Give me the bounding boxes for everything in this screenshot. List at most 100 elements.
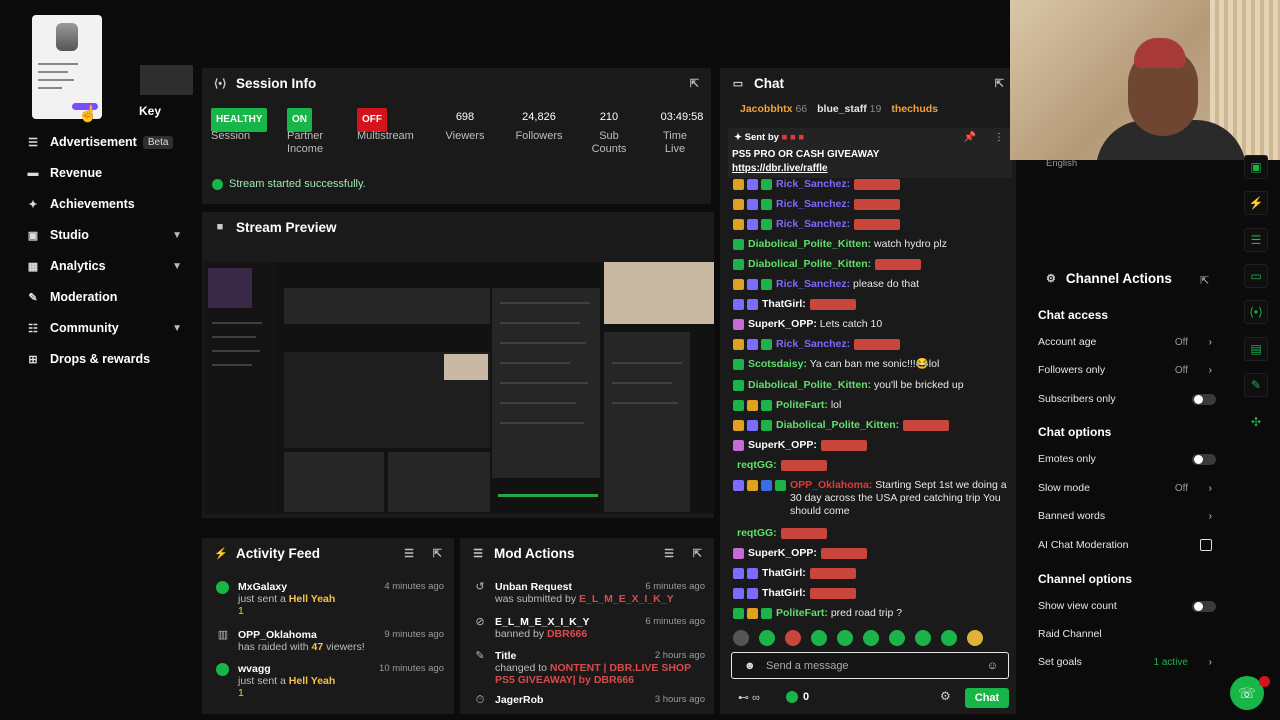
chat-message[interactable]: Diabolical_Polite_Kitten: xyxy=(733,258,1013,271)
emote-icon[interactable] xyxy=(863,630,879,646)
chat-message[interactable]: ThatGirl: xyxy=(733,567,1013,580)
emote-icon[interactable] xyxy=(811,630,827,646)
top-chatter[interactable]: Jacobbhtx 66 xyxy=(740,103,807,115)
pin-icon[interactable]: 📌 xyxy=(964,132,976,143)
chat-username[interactable]: Diabolical_Polite_Kitten: xyxy=(748,238,871,250)
chat-message[interactable]: reqtGG: xyxy=(733,527,1013,540)
chat-username[interactable]: Rick_Sanchez: xyxy=(776,198,850,210)
emote-icon[interactable] xyxy=(733,630,749,646)
smile-icon[interactable]: ☻ xyxy=(744,660,756,672)
emote-icon[interactable] xyxy=(967,630,983,646)
emote-icon[interactable] xyxy=(889,630,905,646)
chat-username[interactable]: SuperK_OPP: xyxy=(748,439,817,451)
chat-username[interactable]: Diabolical_Polite_Kitten: xyxy=(776,419,899,431)
popout-icon[interactable]: ⇱ xyxy=(1200,274,1209,287)
gear-icon[interactable]: ⚙ xyxy=(940,689,951,703)
layers-icon[interactable]: ▤ xyxy=(1244,337,1268,361)
chat-username[interactable]: PoliteFart: xyxy=(776,399,828,411)
popout-icon[interactable]: ⇱ xyxy=(995,77,1004,90)
subscribers-only-toggle[interactable] xyxy=(1192,393,1216,405)
emote-icon[interactable] xyxy=(837,630,853,646)
signal-icon[interactable]: ⟨•⟩ xyxy=(1244,300,1268,324)
banned-words-setting[interactable]: Banned words › xyxy=(1038,509,1218,523)
chat-message[interactable]: Diabolical_Polite_Kitten: watch hydro pl… xyxy=(733,238,1013,251)
chat-username[interactable]: OPP_Oklahoma: xyxy=(790,479,872,491)
account-age-setting[interactable]: Account age Off › xyxy=(1038,335,1218,349)
emotes-only-toggle[interactable] xyxy=(1192,453,1216,465)
panel-icon[interactable]: ▣ xyxy=(1244,155,1268,179)
followers-only-setting[interactable]: Followers only Off › xyxy=(1038,363,1218,377)
sidebar-item-moderation[interactable]: ✎ Moderation xyxy=(26,285,186,309)
chat-username[interactable]: Diabolical_Polite_Kitten: xyxy=(748,379,871,391)
chat-message[interactable]: SuperK_OPP: Lets catch 10 xyxy=(733,318,1013,331)
chat-message[interactable]: SuperK_OPP: xyxy=(733,547,1013,560)
chat-message[interactable]: PoliteFart: lol xyxy=(733,399,1013,412)
chat-username[interactable]: SuperK_OPP: xyxy=(748,318,817,330)
emoji-icon[interactable]: ☺ xyxy=(987,660,998,672)
infinity-icon[interactable]: ⊷ ∞ xyxy=(738,691,760,704)
sidebar-item-analytics[interactable]: ▦ Analytics ▼ xyxy=(26,254,186,278)
chat-username[interactable]: reqtGG: xyxy=(737,527,777,539)
sidebar-item-advertisement[interactable]: ☰ Advertisement Beta xyxy=(26,130,186,154)
filter-icon[interactable]: ☰ xyxy=(664,547,674,560)
popout-icon[interactable]: ⇱ xyxy=(690,77,699,90)
chat-message[interactable]: Rick_Sanchez: xyxy=(733,338,1013,351)
set-goals-setting[interactable]: Set goals 1 active › xyxy=(1038,655,1218,669)
chat-message[interactable]: PoliteFart: pred road trip ? xyxy=(733,607,1013,620)
chat-username[interactable]: Rick_Sanchez: xyxy=(776,218,850,230)
puzzle-icon[interactable]: ✣ xyxy=(1244,410,1268,434)
chat-message[interactable]: Rick_Sanchez: xyxy=(733,178,1013,191)
chat-message[interactable]: OPP_Oklahoma: Starting Sept 1st we doing… xyxy=(733,479,1013,518)
sidebar-item-community[interactable]: ☷ Community ▼ xyxy=(26,316,186,340)
sidebar-item-studio[interactable]: ▣ Studio ▼ xyxy=(26,223,186,247)
chat-username[interactable]: Rick_Sanchez: xyxy=(776,278,850,290)
giveaway-link[interactable]: https://dbr.live/raffle xyxy=(732,163,828,174)
emote-icon[interactable] xyxy=(759,630,775,646)
send-chat-button[interactable]: Chat xyxy=(965,688,1009,708)
chat-icon[interactable]: ▭ xyxy=(1244,264,1268,288)
top-chatter[interactable]: blue_staff 19 xyxy=(817,103,881,115)
chat-message[interactable]: Rick_Sanchez: xyxy=(733,218,1013,231)
chat-username[interactable]: PoliteFart: xyxy=(776,607,828,619)
show-view-count-toggle[interactable] xyxy=(1192,600,1216,612)
raid-channel-setting[interactable]: Raid Channel xyxy=(1038,627,1218,641)
chat-username[interactable]: SuperK_OPP: xyxy=(748,547,817,559)
sidebar-item-drops-rewards[interactable]: ⊞ Drops & rewards xyxy=(26,347,186,371)
top-chatter[interactable]: thechuds xyxy=(891,103,938,115)
chat-message[interactable]: Scotsdaisy: Ya can ban me sonic!!!😂lol xyxy=(733,358,1013,371)
sidebar-item-achievements[interactable]: ✦ Achievements xyxy=(26,192,186,216)
chat-message[interactable]: Diabolical_Polite_Kitten: you'll be bric… xyxy=(733,379,1013,392)
wrench-icon[interactable]: ✎ xyxy=(1244,373,1268,397)
emote-icon[interactable] xyxy=(785,630,801,646)
chat-message[interactable]: SuperK_OPP: xyxy=(733,439,1013,452)
key-label[interactable]: Key xyxy=(139,104,161,118)
chat-username[interactable]: Rick_Sanchez: xyxy=(776,178,850,190)
more-icon[interactable]: ⋮ xyxy=(994,132,1004,143)
chat-message-input[interactable]: ☻ Send a message ☺ xyxy=(731,652,1009,679)
slow-mode-setting[interactable]: Slow mode Off › xyxy=(1038,481,1218,495)
community-icon: ☷ xyxy=(28,322,38,335)
chat-username[interactable]: Rick_Sanchez: xyxy=(776,338,850,350)
chat-username[interactable]: ThatGirl: xyxy=(762,567,806,579)
lightning-icon[interactable]: ⚡ xyxy=(1244,191,1268,215)
chat-username[interactable]: reqtGG: xyxy=(737,459,777,471)
chat-username[interactable]: Scotsdaisy: xyxy=(748,358,807,370)
emote-icon[interactable] xyxy=(941,630,957,646)
chat-username[interactable]: ThatGirl: xyxy=(762,298,806,310)
filter-icon[interactable]: ☰ xyxy=(404,547,414,560)
chat-username[interactable]: Diabolical_Polite_Kitten: xyxy=(748,258,871,270)
popout-icon[interactable]: ⇱ xyxy=(433,547,442,560)
chat-message[interactable]: Diabolical_Polite_Kitten: xyxy=(733,419,1013,432)
sidebar-item-revenue[interactable]: ▬ Revenue xyxy=(26,161,186,185)
chat-message[interactable]: Rick_Sanchez: please do that xyxy=(733,278,1013,291)
stream-preview-video[interactable] xyxy=(204,262,714,514)
chat-message[interactable]: Rick_Sanchez: xyxy=(733,198,1013,211)
chat-message[interactable]: ThatGirl: xyxy=(733,298,1013,311)
chat-message[interactable]: reqtGG: xyxy=(733,459,1013,472)
ai-chat-moderation-setting[interactable]: AI Chat Moderation xyxy=(1038,538,1218,552)
emote-icon[interactable] xyxy=(915,630,931,646)
chat-username[interactable]: ThatGirl: xyxy=(762,587,806,599)
chat-message[interactable]: ThatGirl: xyxy=(733,587,1013,600)
popout-icon[interactable]: ⇱ xyxy=(693,547,702,560)
list-icon[interactable]: ☰ xyxy=(1244,228,1268,252)
